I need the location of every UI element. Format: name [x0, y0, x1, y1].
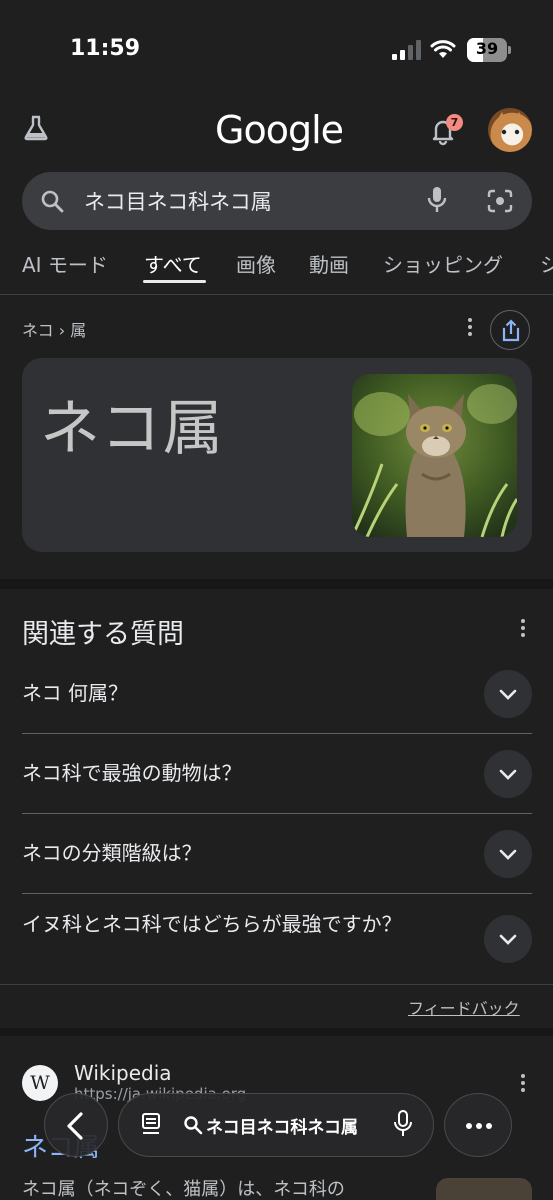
divider	[0, 294, 553, 295]
related-question[interactable]: ネコの分類階級は？	[22, 839, 442, 867]
back-button[interactable]	[44, 1093, 108, 1157]
tab-ai-mode[interactable]: AI モード	[22, 249, 108, 278]
tab-truncated[interactable]: シ	[540, 249, 553, 278]
battery-level: 39	[475, 39, 499, 58]
expand-button[interactable]	[484, 670, 532, 718]
share-button[interactable]	[490, 310, 530, 350]
tab-shopping[interactable]: ショッピング	[383, 249, 503, 278]
status-time: 11:59	[70, 36, 141, 61]
address-bar-query[interactable]: ネコ目ネコ科ネコ属	[206, 1113, 358, 1138]
tab-videos[interactable]: 動画	[309, 249, 349, 278]
expand-button[interactable]	[484, 750, 532, 798]
share-icon	[502, 319, 520, 342]
people-also-ask-title: 関連する質問	[22, 619, 184, 650]
wifi-icon	[430, 40, 456, 58]
divider	[22, 733, 532, 734]
google-lens-icon[interactable]	[486, 188, 514, 214]
more-options-button[interactable]	[444, 1093, 512, 1157]
more-vert-icon[interactable]	[462, 316, 478, 338]
more-vert-icon[interactable]	[515, 1072, 531, 1094]
expand-button[interactable]	[484, 915, 532, 963]
chevron-down-icon	[499, 849, 517, 860]
divider	[0, 984, 553, 985]
avatar[interactable]	[488, 108, 532, 152]
cellular-signal-icon	[392, 40, 421, 60]
search-input[interactable]: ネコ目ネコ科ネコ属	[84, 186, 272, 216]
more-horiz-icon	[466, 1123, 492, 1129]
tab-all[interactable]: すべて	[144, 249, 202, 278]
labs-flask-icon[interactable]	[22, 114, 50, 142]
breadcrumb[interactable]: ネコ › 属	[22, 317, 86, 341]
section-separator	[0, 579, 553, 589]
notification-badge: 7	[446, 114, 463, 131]
more-vert-icon[interactable]	[515, 617, 531, 639]
page-menu-icon[interactable]	[140, 1112, 162, 1136]
search-icon	[184, 1116, 203, 1135]
chevron-left-icon	[67, 1112, 83, 1140]
section-separator	[0, 1028, 553, 1036]
active-tab-indicator	[143, 280, 206, 283]
related-question[interactable]: イヌ科とネコ科ではどちらが最強ですか？	[22, 910, 432, 938]
related-question[interactable]: ネコ科で最強の動物は？	[22, 759, 442, 787]
expand-button[interactable]	[484, 830, 532, 878]
tab-images[interactable]: 画像	[236, 249, 276, 278]
search-icon	[41, 190, 64, 213]
divider	[22, 813, 532, 814]
knowledge-card-title: ネコ属	[40, 394, 225, 464]
result-site-name[interactable]: Wikipedia	[74, 1061, 172, 1085]
microphone-icon[interactable]	[426, 186, 448, 214]
battery-icon: 39	[467, 38, 513, 62]
related-question[interactable]: ネコ 何属？	[22, 679, 442, 707]
result-snippet: ネコ属（ネコぞく、猫属）は、ネコ科の	[22, 1179, 345, 1200]
divider	[22, 893, 532, 894]
result-thumbnail[interactable]	[436, 1178, 532, 1200]
microphone-icon[interactable]	[394, 1110, 412, 1138]
feedback-link[interactable]: フィードバック	[408, 995, 520, 1019]
chevron-down-icon	[499, 769, 517, 780]
chevron-down-icon	[499, 934, 517, 945]
wildcat-image[interactable]	[352, 374, 517, 537]
chevron-down-icon	[499, 689, 517, 700]
google-logo[interactable]: Google	[215, 108, 344, 152]
